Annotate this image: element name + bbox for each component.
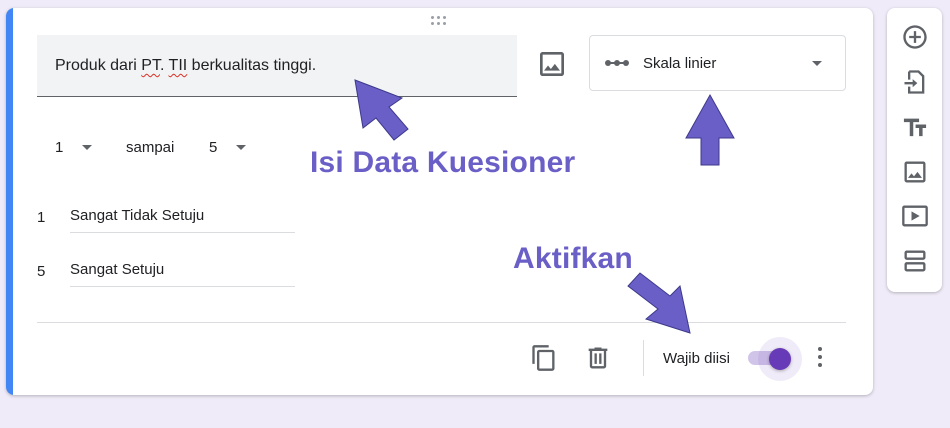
side-toolbar (887, 8, 942, 292)
annotation-activate: Aktifkan (513, 242, 633, 275)
add-section-icon (904, 250, 926, 272)
annotation-arrows (354, 79, 735, 334)
arrow-to-type-icon (685, 93, 735, 166)
add-video-icon (902, 205, 928, 227)
add-question-icon (903, 25, 927, 49)
add-image-icon (904, 161, 926, 183)
add-section-button[interactable] (901, 247, 929, 275)
add-title-icon (903, 118, 927, 137)
add-image-tool-button[interactable] (901, 158, 929, 186)
annotation-fill-data: Isi Data Kuesioner (310, 146, 576, 179)
import-questions-button[interactable] (901, 68, 929, 96)
add-title-button[interactable] (901, 114, 929, 142)
add-question-button[interactable] (901, 23, 929, 51)
arrow-to-toggle-icon (627, 272, 691, 334)
arrow-to-question-icon (354, 79, 409, 141)
add-video-button[interactable] (901, 202, 929, 230)
import-questions-icon (904, 70, 925, 94)
